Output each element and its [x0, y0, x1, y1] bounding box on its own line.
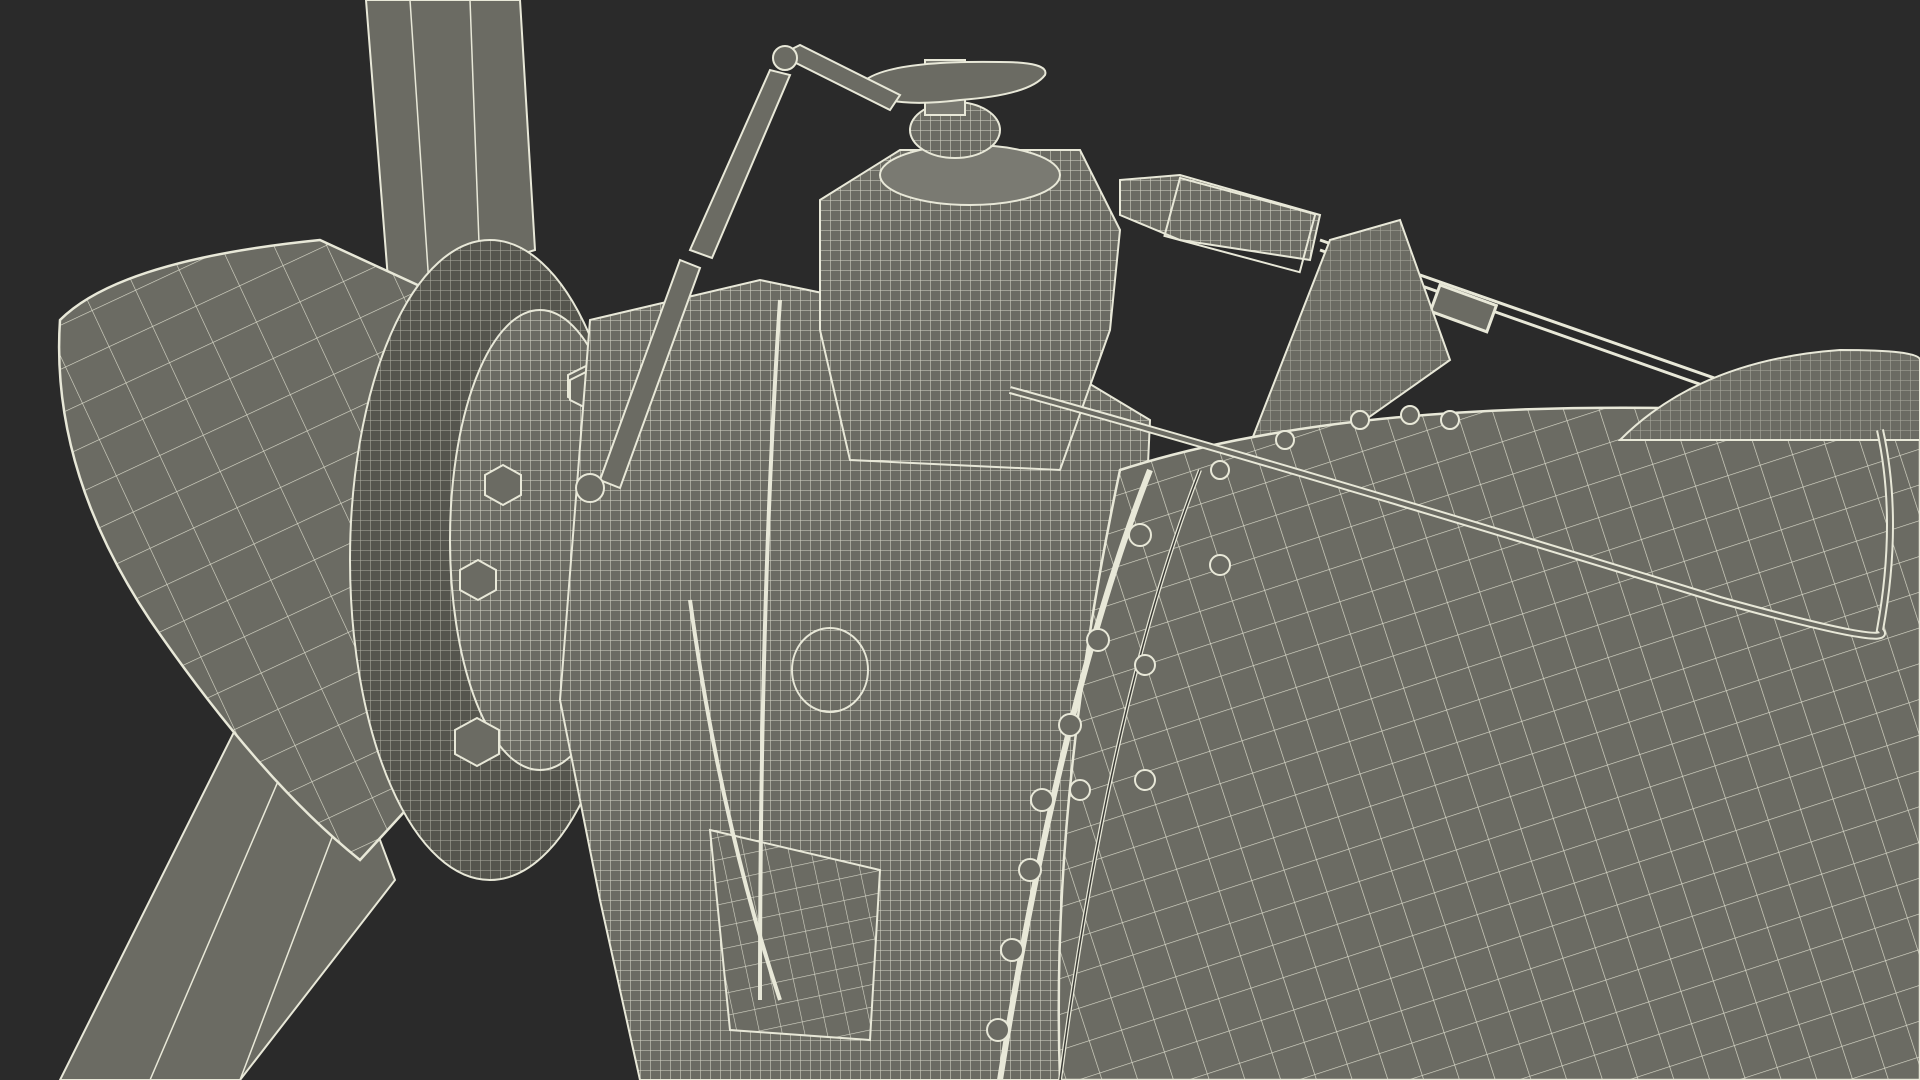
inspection-port	[791, 627, 869, 713]
wireframe-scene	[0, 0, 1920, 1080]
main-housing	[1057, 406, 1920, 1080]
render-viewport	[0, 0, 1920, 1080]
